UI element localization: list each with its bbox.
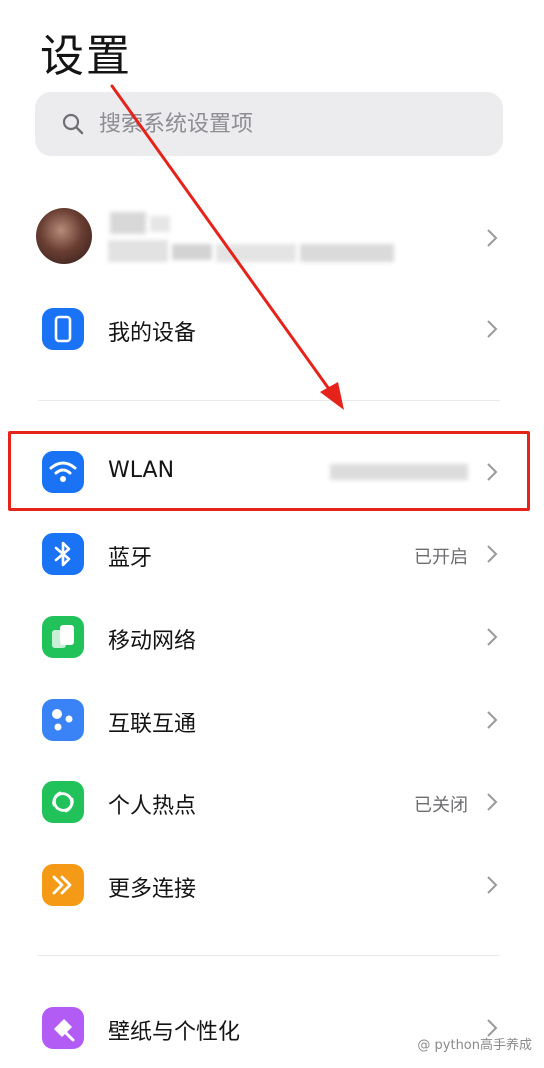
item-label: 互联互通 [108,712,197,737]
search-input[interactable] [97,110,481,138]
item-label: 蓝牙 [108,546,153,571]
search-icon [62,113,84,135]
settings-item-interconnect[interactable]: 互联互通 [0,680,544,760]
settings-item-more-connections[interactable]: 更多连接 [0,845,544,925]
item-label: 个人热点 [108,794,197,819]
item-label: 我的设备 [108,321,197,346]
chevron-right-icon [487,628,498,646]
divider [38,955,500,956]
search-bar[interactable] [35,92,503,156]
chevron-right-icon [487,320,498,338]
interconnect-icon [42,699,84,741]
settings-item-hotspot[interactable]: 个人热点 已关闭 [0,762,544,842]
bluetooth-icon [42,533,84,575]
phone-icon [42,308,84,350]
item-status: 已开启 [414,547,468,568]
wallpaper-icon [42,1007,84,1049]
chevron-right-icon [487,711,498,729]
chevron-right-icon [487,545,498,563]
item-label: 壁纸与个性化 [108,1020,241,1045]
account-row[interactable] [0,198,544,278]
watermark: @ python高手养成 [417,1038,532,1053]
chevron-right-icon [487,793,498,811]
chevron-right-icon [487,876,498,894]
account-name-blurred [108,204,398,270]
settings-item-mobile-network[interactable]: 移动网络 [0,597,544,677]
wlan-highlight-box [8,431,530,511]
settings-item-bluetooth[interactable]: 蓝牙 已开启 [0,514,544,594]
settings-item-my-device[interactable]: 我的设备 [0,289,544,369]
chevron-right-icon [487,229,498,247]
settings-item-wallpaper[interactable]: 壁纸与个性化 [0,988,544,1068]
divider [38,400,500,401]
hotspot-icon [42,781,84,823]
mobile-network-icon [42,616,84,658]
item-status: 已关闭 [414,795,468,816]
item-label: 移动网络 [108,629,197,654]
more-connections-icon [42,864,84,906]
page-title: 设置 [40,31,132,82]
avatar [36,208,92,264]
item-label: 更多连接 [108,877,197,902]
